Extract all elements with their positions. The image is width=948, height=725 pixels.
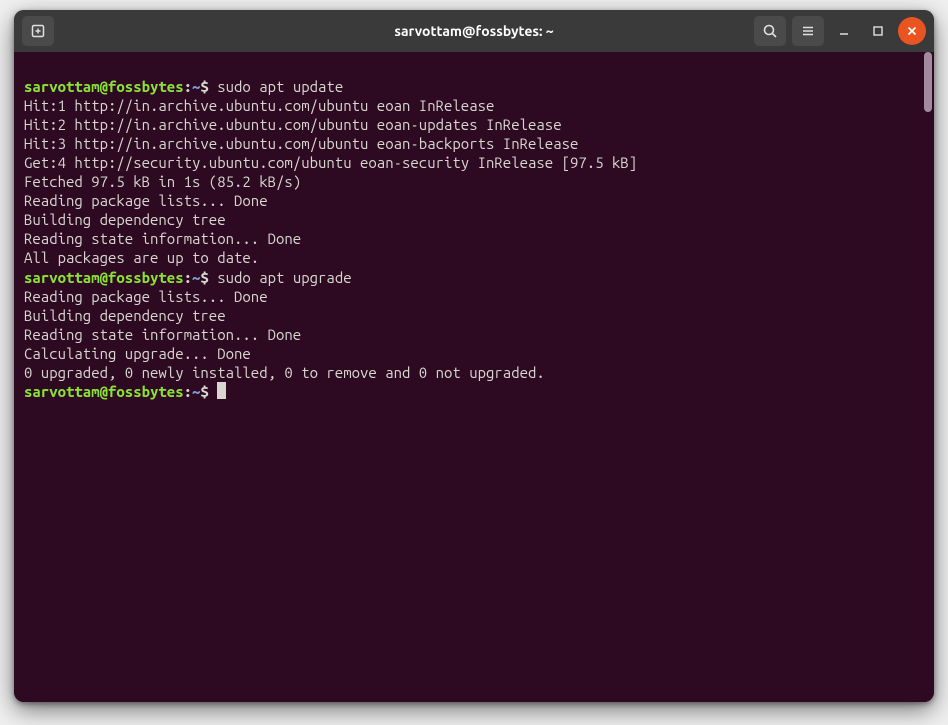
command-2: sudo apt upgrade	[217, 269, 351, 286]
prompt-symbol: $	[200, 383, 217, 400]
close-button[interactable]	[898, 17, 926, 45]
maximize-button[interactable]	[864, 17, 892, 45]
prompt-colon: :	[184, 383, 192, 400]
titlebar-right	[754, 16, 926, 46]
minimize-button[interactable]	[830, 17, 858, 45]
prompt-symbol: $	[200, 78, 217, 95]
output-line: Reading package lists... Done	[24, 192, 268, 209]
output-line: Reading state information... Done	[24, 230, 301, 247]
new-tab-button[interactable]	[22, 16, 54, 46]
output-line: Fetched 97.5 kB in 1s (85.2 kB/s)	[24, 173, 301, 190]
window-title: sarvottam@fossbytes: ~	[394, 23, 553, 39]
prompt-user-host: sarvottam@fossbytes	[24, 78, 184, 95]
output-line: Reading state information... Done	[24, 326, 301, 343]
titlebar: sarvottam@fossbytes: ~	[14, 10, 934, 52]
output-line: Building dependency tree	[24, 211, 226, 228]
output-line: Calculating upgrade... Done	[24, 345, 251, 362]
menu-button[interactable]	[792, 16, 824, 46]
output-line: Hit:2 http://in.archive.ubuntu.com/ubunt…	[24, 116, 562, 133]
terminal-area[interactable]: sarvottam@fossbytes:~$ sudo apt update H…	[14, 52, 934, 702]
prompt-colon: :	[184, 269, 192, 286]
cursor	[217, 382, 226, 399]
prompt-symbol: $	[200, 269, 217, 286]
prompt-user-host: sarvottam@fossbytes	[24, 269, 184, 286]
terminal-window: sarvottam@fossbytes: ~	[14, 10, 934, 702]
output-line: Reading package lists... Done	[24, 288, 268, 305]
output-line: All packages are up to date.	[24, 249, 259, 266]
prompt-user-host: sarvottam@fossbytes	[24, 383, 184, 400]
output-line: Hit:3 http://in.archive.ubuntu.com/ubunt…	[24, 135, 578, 152]
output-line: Hit:1 http://in.archive.ubuntu.com/ubunt…	[24, 97, 494, 114]
search-button[interactable]	[754, 16, 786, 46]
prompt-colon: :	[184, 78, 192, 95]
output-line: 0 upgraded, 0 newly installed, 0 to remo…	[24, 364, 545, 381]
scrollbar-thumb[interactable]	[924, 52, 932, 112]
output-line: Get:4 http://security.ubuntu.com/ubuntu …	[24, 154, 637, 171]
titlebar-left	[22, 16, 54, 46]
output-line: Building dependency tree	[24, 307, 226, 324]
command-1: sudo apt update	[217, 78, 343, 95]
